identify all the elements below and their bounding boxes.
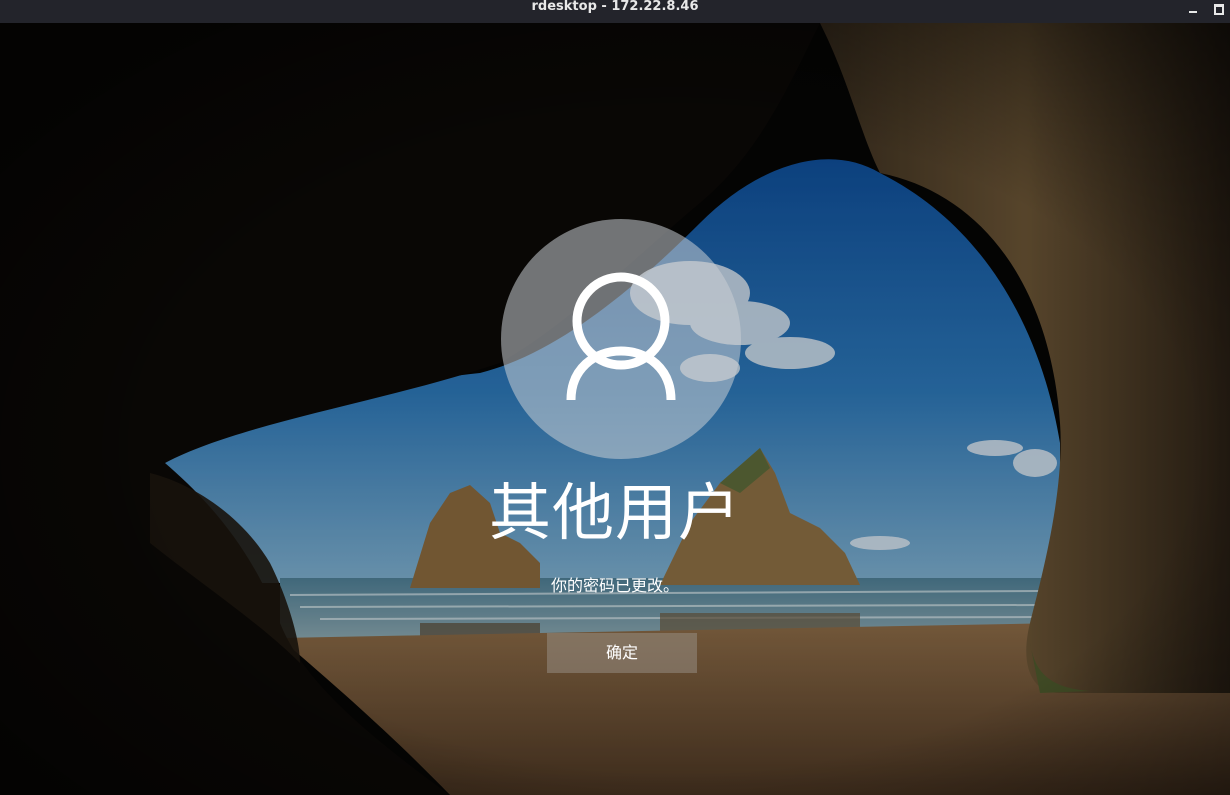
maximize-icon[interactable] <box>1212 2 1226 16</box>
ok-button[interactable]: 确定 <box>547 633 697 673</box>
window-title: rdesktop - 172.22.8.46 <box>531 0 699 14</box>
user-avatar <box>501 219 741 459</box>
username-label: 其他用户 <box>488 476 741 549</box>
user-icon <box>566 272 676 401</box>
title-bar: rdesktop - 172.22.8.46 <box>0 0 1230 23</box>
rdesktop-window: rdesktop - 172.22.8.46 其他用户 你的密码已更改。 确定 <box>0 0 1230 795</box>
status-message: 你的密码已更改。 <box>550 576 679 595</box>
lock-screen: 其他用户 你的密码已更改。 确定 <box>0 23 1230 795</box>
minimize-icon[interactable] <box>1186 2 1200 16</box>
